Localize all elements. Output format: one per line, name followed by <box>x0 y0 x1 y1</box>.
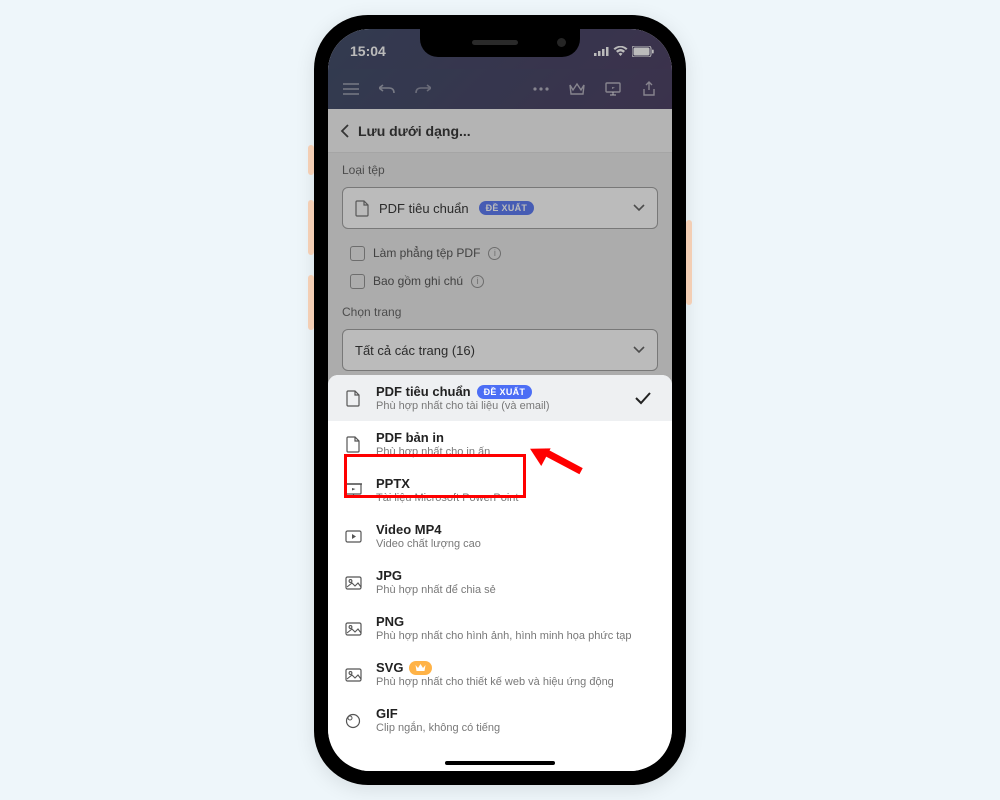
option-subtitle: Clip ngắn, không có tiếng <box>376 722 656 734</box>
option-subtitle: Phù hợp nhất cho thiết kế web và hiệu ứn… <box>376 676 656 688</box>
flatten-label: Làm phẳng tệp PDF <box>373 246 480 260</box>
recommended-badge: ĐỀ XUẤT <box>479 201 535 215</box>
status-icons <box>594 46 654 57</box>
more-icon[interactable] <box>532 80 550 98</box>
recommended-badge: ĐỀ XUẤT <box>477 385 533 399</box>
dimmed-backdrop: 15:04 <box>328 29 672 407</box>
check-icon <box>634 391 656 405</box>
present-icon[interactable] <box>604 80 622 98</box>
option-title: JPG <box>376 568 402 583</box>
option-subtitle: Tài liệu Microsoft PowerPoint <box>376 492 656 504</box>
home-indicator[interactable] <box>445 761 555 765</box>
notes-label: Bao gồm ghi chú <box>373 274 463 288</box>
crown-icon[interactable] <box>568 80 586 98</box>
chevron-down-icon <box>633 204 645 212</box>
power-button <box>686 220 692 305</box>
signal-icon <box>594 46 609 56</box>
option-jpg[interactable]: JPG Phù hợp nhất để chia sẻ <box>328 559 672 605</box>
notch <box>420 29 580 57</box>
wifi-icon <box>613 46 628 57</box>
checkbox-icon <box>350 246 365 261</box>
battery-icon <box>632 46 654 57</box>
chevron-down-icon <box>633 346 645 354</box>
redo-icon[interactable] <box>414 80 432 98</box>
menu-icon[interactable] <box>342 80 360 98</box>
option-subtitle: Video chất lượng cao <box>376 538 656 550</box>
option-title: PDF tiêu chuẩn <box>376 384 471 399</box>
front-camera <box>557 38 566 47</box>
volume-down <box>308 275 314 330</box>
option-subtitle: Phù hợp nhất cho in ấn <box>376 446 656 458</box>
volume-up <box>308 200 314 255</box>
image-icon <box>344 575 362 590</box>
page-select[interactable]: Tất cả các trang (16) <box>342 329 658 371</box>
speaker <box>472 40 518 45</box>
gif-icon <box>344 712 362 729</box>
flatten-checkbox-row[interactable]: Làm phẳng tệp PDF i <box>328 239 672 267</box>
option-svg[interactable]: SVG Phù hợp nhất cho thiết kế web và hiệ… <box>328 651 672 697</box>
option-title: GIF <box>376 706 398 721</box>
premium-badge-icon <box>409 661 432 675</box>
option-subtitle: Phù hợp nhất cho tài liệu (và email) <box>376 400 620 412</box>
clock: 15:04 <box>350 43 386 59</box>
option-video-mp4[interactable]: Video MP4 Video chất lượng cao <box>328 513 672 559</box>
option-title: PDF bản in <box>376 430 444 445</box>
checkbox-icon <box>350 274 365 289</box>
undo-icon[interactable] <box>378 80 396 98</box>
option-pdf-standard[interactable]: PDF tiêu chuẩn ĐỀ XUẤT Phù hợp nhất cho … <box>328 375 672 421</box>
document-icon <box>344 389 362 407</box>
info-icon[interactable]: i <box>471 275 484 288</box>
back-icon[interactable] <box>340 123 350 139</box>
option-pptx[interactable]: PPTX Tài liệu Microsoft PowerPoint <box>328 467 672 513</box>
option-pdf-print[interactable]: PDF bản in Phù hợp nhất cho in ấn <box>328 421 672 467</box>
format-picker-sheet: PDF tiêu chuẩn ĐỀ XUẤT Phù hợp nhất cho … <box>328 375 672 771</box>
share-icon[interactable] <box>640 80 658 98</box>
info-icon[interactable]: i <box>488 247 501 260</box>
filetype-select[interactable]: PDF tiêu chuẩn ĐỀ XUẤT <box>342 187 658 229</box>
option-title: SVG <box>376 660 403 675</box>
option-gif[interactable]: GIF Clip ngắn, không có tiếng <box>328 697 672 743</box>
page-label: Chọn trang <box>328 295 672 323</box>
option-subtitle: Phù hợp nhất để chia sẻ <box>376 584 656 596</box>
presentation-icon <box>344 482 362 498</box>
sheet-title: Lưu dưới dạng... <box>358 123 471 139</box>
option-title: PPTX <box>376 476 410 491</box>
sheet-header: Lưu dưới dạng... <box>328 109 672 153</box>
document-icon <box>344 435 362 453</box>
screen: 15:04 <box>328 29 672 771</box>
editor-toolbar <box>328 69 672 109</box>
notes-checkbox-row[interactable]: Bao gồm ghi chú i <box>328 267 672 295</box>
filetype-value: PDF tiêu chuẩn <box>379 201 469 216</box>
option-subtitle: Phù hợp nhất cho hình ảnh, hình minh họa… <box>376 630 656 642</box>
option-title: PNG <box>376 614 404 629</box>
filetype-label: Loại tệp <box>328 153 672 181</box>
image-icon <box>344 667 362 682</box>
page-value: Tất cả các trang (16) <box>355 343 475 358</box>
document-icon <box>355 200 369 217</box>
option-png[interactable]: PNG Phù hợp nhất cho hình ảnh, hình minh… <box>328 605 672 651</box>
image-icon <box>344 621 362 636</box>
video-icon <box>344 529 362 543</box>
mute-switch <box>308 145 314 175</box>
option-title: Video MP4 <box>376 522 442 537</box>
phone-frame: 15:04 <box>314 15 686 785</box>
